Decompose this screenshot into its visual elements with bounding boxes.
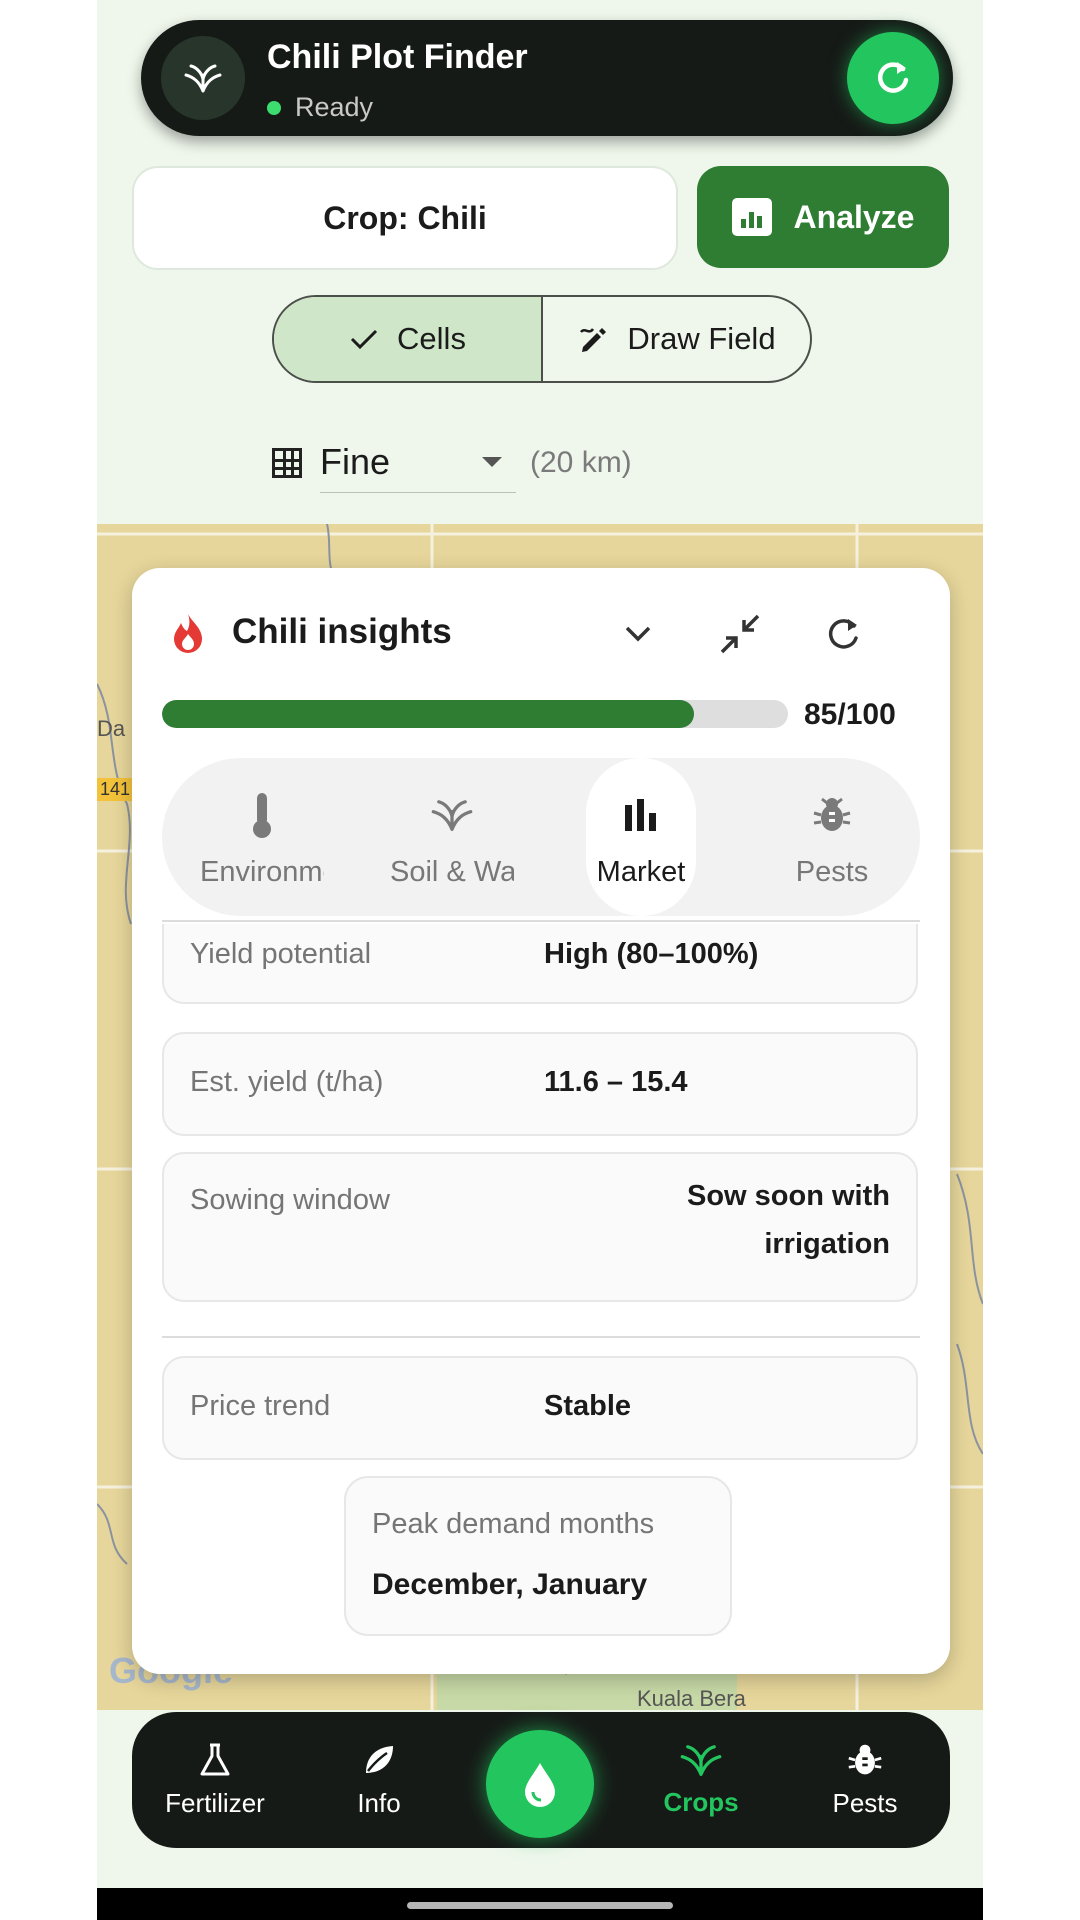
- resolution-value: Fine: [320, 441, 391, 482]
- app-header: Chili Plot Finder Ready: [141, 20, 953, 136]
- refresh-button[interactable]: [847, 32, 939, 124]
- flask-icon: [200, 1743, 230, 1775]
- tab-label: Environment: [200, 856, 324, 888]
- chevron-down-icon: [625, 626, 651, 642]
- resolution-dropdown[interactable]: Fine: [320, 432, 516, 493]
- bug-icon: [848, 1744, 882, 1774]
- peak-demand-label: Peak demand months: [372, 1508, 655, 1540]
- row-value: High (80–100%): [544, 938, 759, 970]
- analyze-button[interactable]: Analyze: [697, 166, 949, 268]
- water-button[interactable]: [486, 1730, 594, 1838]
- app-screen: Chili Plot Finder Ready Crop: Chili Anal…: [97, 0, 983, 1920]
- check-icon: [350, 329, 378, 350]
- chevron-down-icon: [482, 457, 502, 467]
- map-place-label: Kuala Bera: [637, 1686, 746, 1710]
- nav-label: Pests: [832, 1787, 898, 1818]
- nav-item-fertilizer[interactable]: Fertilizer: [140, 1712, 290, 1848]
- insights-tabs: Environment Soil & Water: [162, 758, 920, 916]
- status-text: Ready: [295, 92, 374, 122]
- sprout-icon: [431, 800, 473, 831]
- collapse-button[interactable]: [610, 606, 666, 662]
- sprout-icon: [680, 1744, 722, 1776]
- flame-icon: [174, 614, 202, 653]
- minimize-button[interactable]: [712, 606, 768, 662]
- thermometer-icon: [253, 793, 271, 838]
- grid-icon: [272, 447, 302, 478]
- reload-insights-button[interactable]: [815, 606, 871, 662]
- app-logo: [161, 36, 245, 120]
- refresh-icon: [828, 619, 858, 649]
- resolution-hint: (20 km): [530, 445, 632, 479]
- tab-soil-water[interactable]: Soil & Water: [362, 758, 542, 916]
- system-navigation-bar: [97, 1888, 983, 1920]
- tab-label: Market: [596, 856, 686, 888]
- nav-label: Fertilizer: [165, 1787, 265, 1818]
- row-value: 11.6 – 15.4: [544, 1066, 688, 1098]
- nav-item-info[interactable]: Info: [304, 1712, 454, 1848]
- row-label: Sowing window: [190, 1184, 390, 1216]
- info-row-est-yield: Est. yield (t/ha) 11.6 – 15.4: [162, 1032, 918, 1136]
- nav-item-pests[interactable]: Pests: [790, 1712, 940, 1848]
- info-row-price-trend: Price trend Stable: [162, 1356, 918, 1460]
- resolution-row: Fine (20 km): [272, 432, 632, 493]
- nav-label: Crops: [663, 1786, 739, 1817]
- insights-title: Chili insights: [232, 612, 452, 651]
- bar-chart-icon: [625, 799, 656, 831]
- nav-item-crops[interactable]: Crops: [626, 1712, 776, 1848]
- collapse-arrows-icon: [720, 614, 760, 654]
- score-progress-bar: [162, 700, 788, 728]
- home-indicator[interactable]: [407, 1902, 673, 1909]
- mode-toggle: Cells Draw Field: [272, 295, 812, 383]
- draw-icon: [580, 328, 607, 352]
- status-indicator: Ready: [267, 92, 373, 123]
- row-label: Yield potential: [190, 938, 372, 970]
- section-divider: [162, 1336, 920, 1338]
- analytics-icon: [731, 198, 772, 236]
- bottom-navigation: Fertilizer Info Crops Pests: [132, 1712, 950, 1848]
- sprout-icon: [184, 64, 222, 93]
- tab-pests[interactable]: Pests: [742, 758, 922, 916]
- leaf-icon: [366, 1745, 393, 1773]
- info-row-sowing-window: Sowing window Sow soon with irrigation: [162, 1152, 918, 1302]
- tab-environment[interactable]: Environment: [172, 758, 352, 916]
- peak-demand-value: December, January: [372, 1568, 648, 1601]
- mode-label: Draw Field: [627, 321, 776, 356]
- row-value: Sow soon with irrigation: [687, 1180, 890, 1260]
- tab-market[interactable]: Market: [586, 758, 696, 916]
- nav-label: Info: [357, 1787, 401, 1818]
- status-dot: [267, 100, 281, 115]
- score-progress-fill: [162, 700, 695, 728]
- map-place-label: Da: [97, 716, 126, 741]
- insights-panel: Chili insights 85/100 Environm Soil & Wa…: [132, 568, 950, 1674]
- row-label: Est. yield (t/ha): [190, 1066, 384, 1098]
- peak-demand-card: Peak demand months December, January: [344, 1476, 732, 1636]
- road-number-badge: 141: [97, 778, 134, 801]
- tab-label: Pests: [795, 856, 869, 888]
- row-label: Price trend: [190, 1390, 331, 1422]
- info-row-yield-potential: Yield potential High (80–100%): [162, 924, 918, 1004]
- water-drop-icon: [525, 1763, 555, 1807]
- row-value: Stable: [544, 1390, 632, 1422]
- mode-option-cells[interactable]: Cells: [274, 297, 543, 381]
- section-divider: [162, 920, 920, 922]
- analyze-label: Analyze: [793, 198, 915, 235]
- score-value: 85/100: [804, 698, 896, 731]
- bug-icon: [813, 797, 851, 831]
- refresh-icon: [877, 62, 909, 93]
- tab-label: Soil & Water: [390, 856, 514, 888]
- crop-selector[interactable]: Crop: Chili: [132, 166, 678, 270]
- app-title: Chili Plot Finder: [267, 38, 528, 76]
- mode-option-draw-field[interactable]: Draw Field: [543, 297, 810, 381]
- mode-label: Cells: [397, 321, 466, 356]
